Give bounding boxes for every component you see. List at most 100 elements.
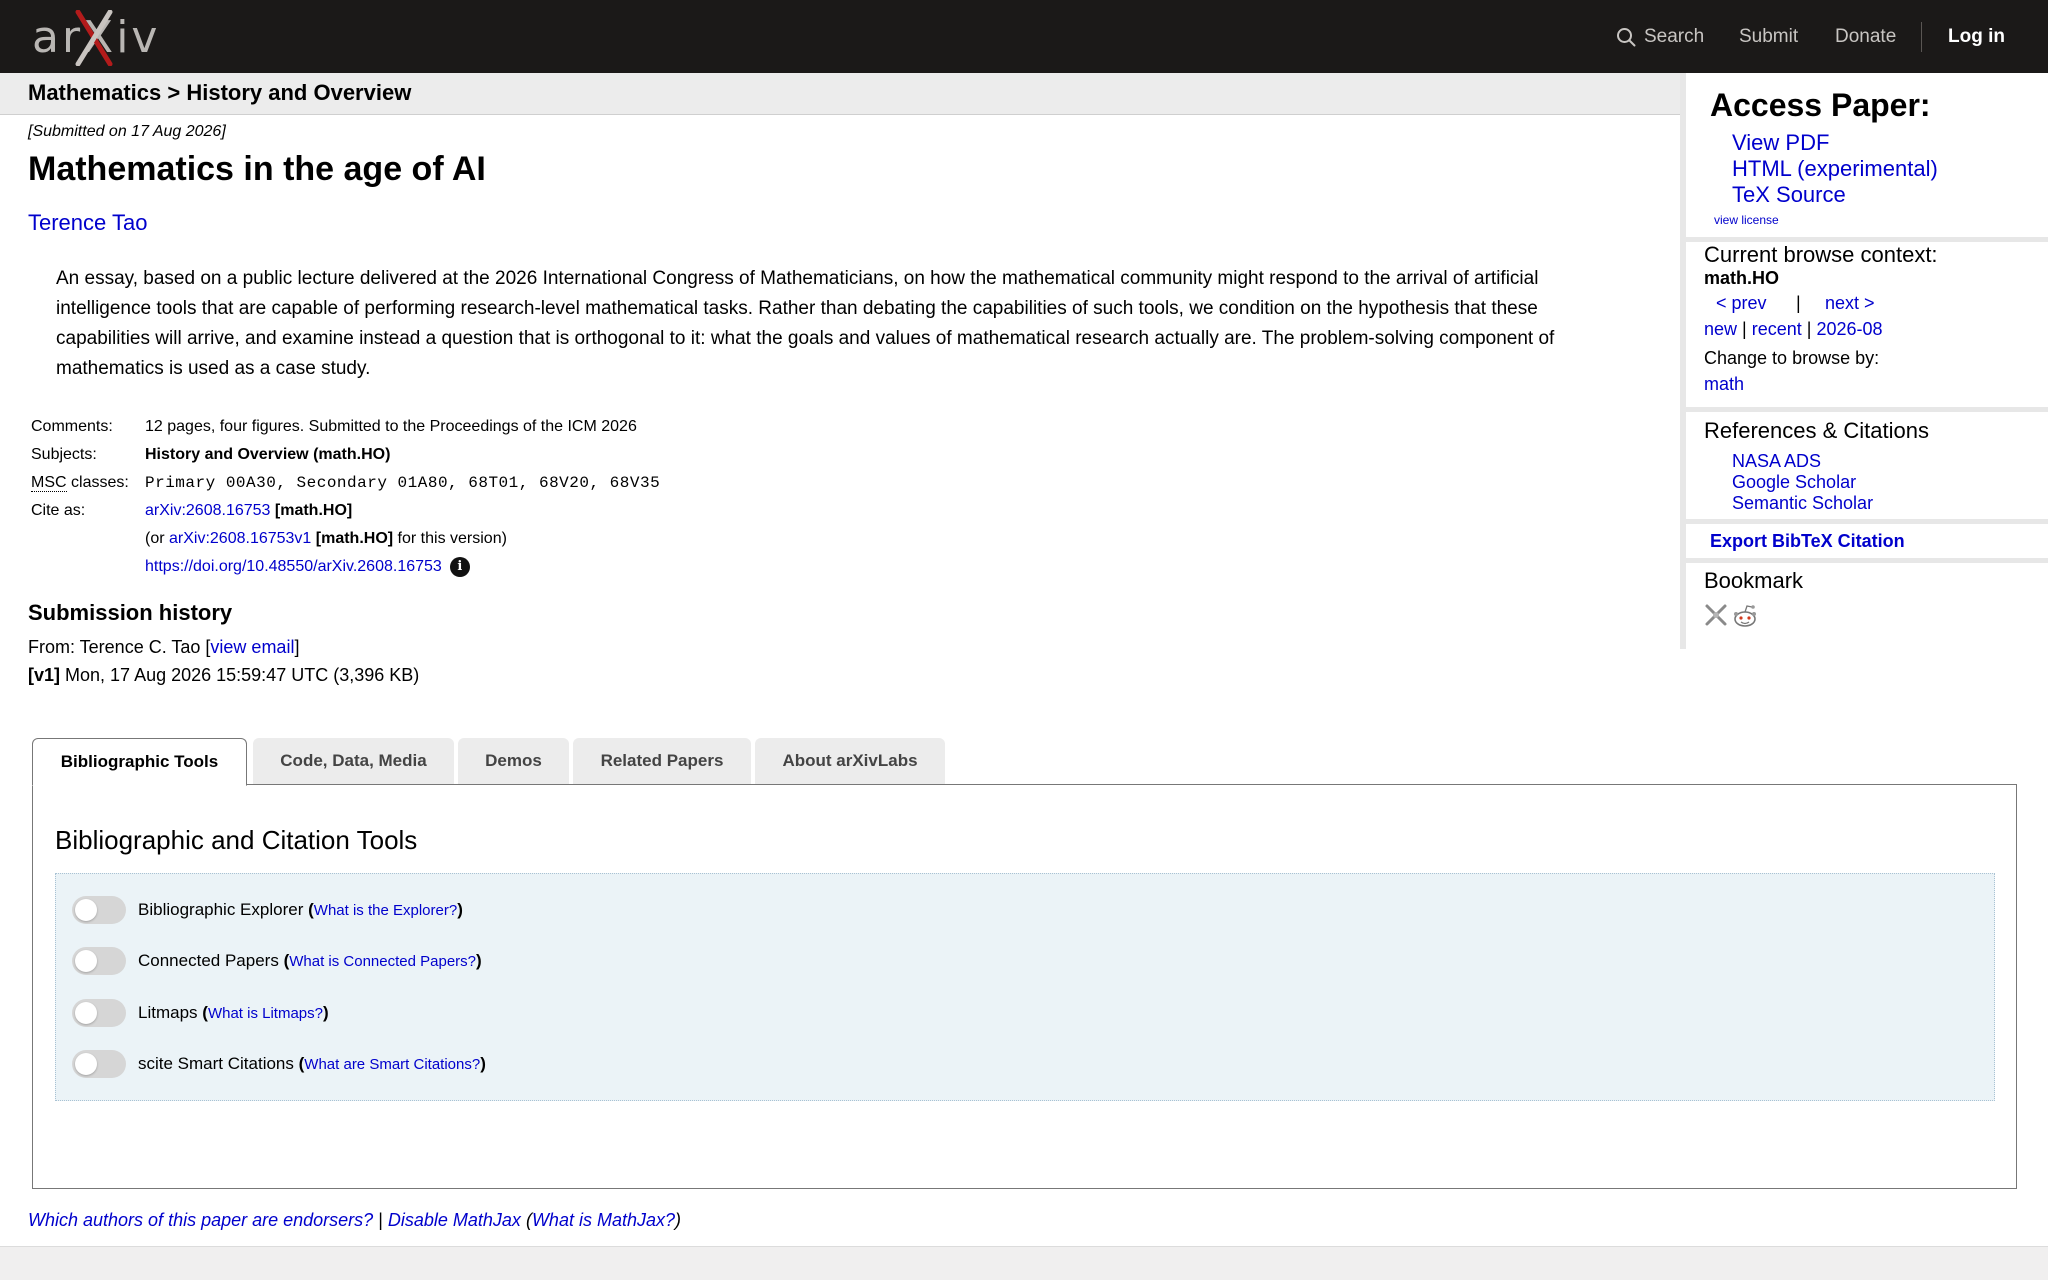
cite-version-row: (or arXiv:2608.16753v1 [math.HO] for thi… bbox=[28, 525, 663, 553]
tool-help-link[interactable]: What is Connected Papers? bbox=[289, 953, 476, 970]
html-experimental-link[interactable]: HTML (experimental) bbox=[1732, 156, 1938, 182]
logo-x-mark-icon bbox=[75, 10, 113, 66]
nav-submit-link[interactable]: Submit bbox=[1739, 26, 1798, 48]
cite-category: [math.HO] bbox=[270, 502, 353, 519]
sidebar-divider bbox=[1686, 558, 2048, 563]
author-link[interactable]: Terence Tao bbox=[28, 210, 147, 236]
bookmark-heading: Bookmark bbox=[1704, 568, 1804, 593]
doi-value: https://doi.org/10.48550/arXiv.2608.1675… bbox=[142, 553, 663, 581]
prev-link[interactable]: < prev bbox=[1716, 293, 1767, 314]
tab-demos[interactable]: Demos bbox=[458, 738, 569, 784]
tab-related-papers[interactable]: Related Papers bbox=[573, 738, 751, 784]
tab-code-data-media[interactable]: Code, Data, Media bbox=[253, 738, 454, 784]
tool-help-link[interactable]: What is Litmaps? bbox=[208, 1005, 323, 1022]
google-scholar-link[interactable]: Google Scholar bbox=[1732, 472, 1856, 493]
tool-row-litmaps: Litmaps (What is Litmaps?) bbox=[72, 998, 329, 1028]
nav-search-link[interactable]: Search bbox=[1616, 24, 1704, 50]
submission-from: From: Terence C. Tao [view email] bbox=[28, 637, 299, 658]
msc-row: MSC classes: Primary 00A30, Secondary 01… bbox=[28, 469, 663, 497]
change-browse-label: Change to browse by: bbox=[1704, 348, 1880, 368]
paper-title: Mathematics in the age of AI bbox=[28, 150, 486, 188]
litmaps-toggle[interactable] bbox=[72, 999, 126, 1027]
tools-box: Bibliographic Explorer (What is the Expl… bbox=[55, 873, 1995, 1101]
tex-source-link[interactable]: TeX Source bbox=[1732, 182, 1846, 208]
doi-row: https://doi.org/10.48550/arXiv.2608.1675… bbox=[28, 553, 663, 581]
info-icon[interactable]: i bbox=[449, 557, 470, 577]
cite-version-link[interactable]: arXiv:2608.16753v1 bbox=[169, 530, 311, 547]
scite-toggle[interactable] bbox=[72, 1050, 126, 1078]
endorsers-link[interactable]: Which authors of this paper are endorser… bbox=[28, 1210, 373, 1230]
recent-link[interactable]: recent bbox=[1752, 319, 1802, 339]
month-link[interactable]: 2026-08 bbox=[1816, 319, 1882, 339]
tab-about-arxivlabs[interactable]: About arXivLabs bbox=[755, 738, 945, 784]
top-navbar: arXiv Search Submit Donate Log in bbox=[0, 0, 2048, 73]
cite-or-prefix: (or bbox=[145, 530, 169, 547]
toggle-knob bbox=[75, 1002, 97, 1024]
panel-title: Bibliographic and Citation Tools bbox=[55, 825, 418, 855]
sidebar-divider bbox=[1686, 407, 2048, 412]
nasa-ads-link[interactable]: NASA ADS bbox=[1732, 451, 1821, 472]
browse-context-heading: Current browse context: bbox=[1704, 242, 1938, 267]
from-prefix: From: Terence C. Tao [ bbox=[28, 637, 211, 657]
browse-list-links: new | recent | 2026-08 bbox=[1704, 319, 1883, 339]
semantic-scholar-link[interactable]: Semantic Scholar bbox=[1732, 493, 1873, 514]
version-text: Mon, 17 Aug 2026 15:59:47 UTC (3,396 KB) bbox=[60, 665, 420, 685]
breadcrumb-bar: Mathematics > History and Overview bbox=[0, 73, 1680, 115]
nav-search-label: Search bbox=[1644, 26, 1705, 47]
subjects-row: Subjects: History and Overview (math.HO) bbox=[28, 441, 663, 469]
msc-label: MSC classes: bbox=[28, 469, 142, 497]
search-icon bbox=[1617, 28, 1636, 47]
tool-row-scite: scite Smart Citations (What are Smart Ci… bbox=[72, 1049, 486, 1079]
browse-math-link[interactable]: math bbox=[1704, 374, 1744, 395]
comments-value: 12 pages, four figures. Submitted to the… bbox=[145, 418, 637, 435]
msc-label-rest: classes: bbox=[66, 474, 129, 491]
cite-row: Cite as: arXiv:2608.16753 [math.HO] bbox=[28, 497, 663, 525]
tool-name: Bibliographic Explorer bbox=[138, 900, 304, 919]
msc-value: Primary 00A30, Secondary 01A80, 68T01, 6… bbox=[145, 474, 661, 492]
view-license-link[interactable]: view license bbox=[1714, 213, 1779, 227]
export-bibtex-link[interactable]: Export BibTeX Citation bbox=[1710, 531, 1905, 552]
tool-name: Litmaps bbox=[138, 1003, 198, 1022]
breadcrumb[interactable]: Mathematics > History and Overview bbox=[28, 80, 411, 106]
cite-label: Cite as: bbox=[31, 502, 86, 519]
from-suffix: ] bbox=[294, 637, 300, 657]
bookmark-icons bbox=[1704, 603, 1758, 629]
cite-version-category: [math.HO] bbox=[311, 530, 394, 547]
toggle-knob bbox=[75, 950, 97, 972]
sidebar-divider bbox=[1686, 519, 2048, 524]
tool-name: Connected Papers bbox=[138, 951, 279, 970]
nav-donate-link[interactable]: Donate bbox=[1835, 26, 1896, 48]
access-paper-heading: Access Paper: bbox=[1710, 87, 1931, 123]
bottom-strip bbox=[0, 1246, 2048, 1280]
what-is-mathjax-link[interactable]: What is MathJax? bbox=[532, 1210, 675, 1230]
next-link[interactable]: next > bbox=[1825, 293, 1875, 314]
version-v1: [v1] Mon, 17 Aug 2026 15:59:47 UTC (3,39… bbox=[28, 665, 419, 686]
tab-bibliographic-tools[interactable]: Bibliographic Tools bbox=[32, 738, 247, 786]
disable-mathjax-link[interactable]: Disable MathJax bbox=[388, 1210, 521, 1230]
cite-version-value: (or arXiv:2608.16753v1 [math.HO] for thi… bbox=[142, 525, 663, 553]
submission-history-heading: Submission history bbox=[28, 600, 233, 625]
view-pdf-link[interactable]: View PDF bbox=[1732, 130, 1829, 156]
subjects-label: Subjects: bbox=[31, 446, 97, 463]
doi-link[interactable]: https://doi.org/10.48550/arXiv.2608.1675… bbox=[145, 558, 442, 575]
comments-row: Comments: 12 pages, four figures. Submit… bbox=[28, 413, 663, 441]
reddit-icon[interactable] bbox=[1732, 603, 1758, 629]
cite-id-link[interactable]: arXiv:2608.16753 bbox=[145, 502, 270, 519]
mathjax-open: ( bbox=[520, 1210, 532, 1230]
login-link[interactable]: Log in bbox=[1948, 26, 2005, 48]
tool-help-link[interactable]: What are Smart Citations? bbox=[304, 1056, 480, 1073]
bibsonomy-icon[interactable] bbox=[1704, 603, 1728, 627]
tool-row-connected-papers: Connected Papers (What is Connected Pape… bbox=[72, 946, 482, 976]
arxiv-logo[interactable]: arXiv bbox=[32, 10, 162, 66]
bibliographic-explorer-toggle[interactable] bbox=[72, 896, 126, 924]
tool-help-link[interactable]: What is the Explorer? bbox=[314, 902, 457, 919]
view-email-link[interactable]: view email bbox=[210, 637, 294, 657]
toggle-knob bbox=[75, 1053, 97, 1075]
metadata-table: Comments: 12 pages, four figures. Submit… bbox=[28, 413, 663, 581]
toggle-knob bbox=[75, 899, 97, 921]
references-heading: References & Citations bbox=[1704, 418, 1929, 443]
new-link[interactable]: new bbox=[1704, 319, 1737, 339]
mathjax-close: ) bbox=[675, 1210, 681, 1230]
connected-papers-toggle[interactable] bbox=[72, 947, 126, 975]
cite-value: arXiv:2608.16753 [math.HO] bbox=[142, 497, 663, 525]
